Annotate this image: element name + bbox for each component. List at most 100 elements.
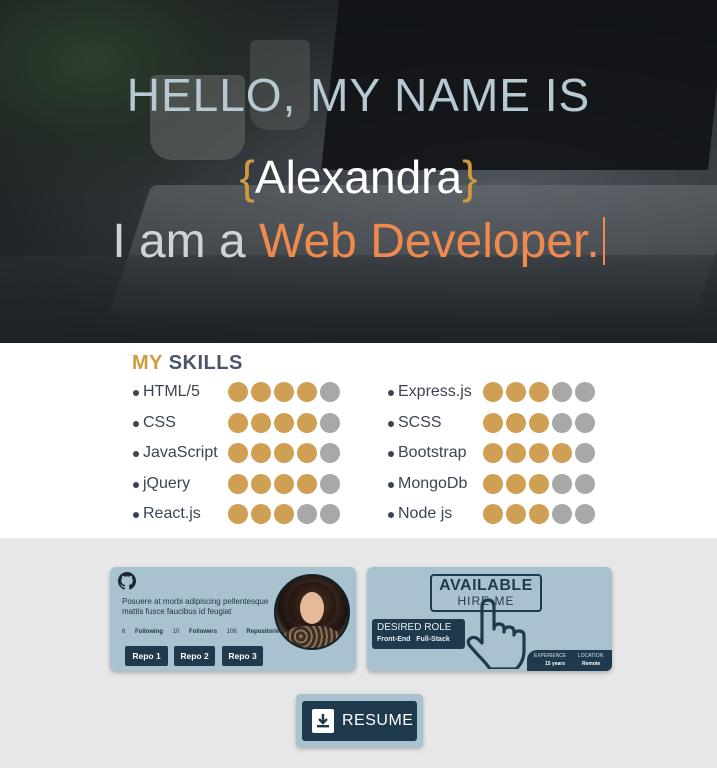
rating-dot-filled [297,382,317,402]
skill-rating [483,443,595,463]
experience-label: EXPERIENCE [534,653,567,659]
repo-2-button[interactable]: Repo 2 [174,646,215,666]
skill-name: SCSS [398,413,442,431]
skills-section: MY SKILLS HTML/5 CSS JavaScript jQuery React… [0,343,717,538]
desired-role-label: DESIRED ROLE [377,622,452,633]
rating-dot-empty [575,504,595,524]
repositories-stat: 106 Repositories [226,629,283,635]
rating-dot-filled [274,504,294,524]
skill-name: HTML/5 [143,383,200,400]
avatar [274,574,350,650]
rating-dot-filled [529,382,549,402]
rating-dot-filled [274,382,294,402]
rating-dot-filled [506,473,526,494]
rating-dot-filled [552,443,572,463]
hero-banner: HELLO, MY NAME IS {Alexandra} I am a Web… [0,0,717,343]
profile-section: Posuere at morbi adipiscing pellentesque… [0,538,717,768]
bullet-icon [133,451,139,457]
skill-rating [228,412,340,433]
resume-label: RESUME [342,712,414,729]
rating-dot-empty [552,412,572,433]
rating-dot-filled [228,504,248,524]
rating-dot-filled [506,504,526,524]
bullet-icon [388,420,394,427]
rating-dot-filled [483,412,503,433]
skill-rating [483,412,595,433]
rating-dot-empty [320,504,340,524]
rating-dot-filled [506,382,526,402]
rating-dot-filled [251,473,271,494]
bullet-icon [133,420,139,427]
skill-name: CSS [143,413,176,431]
rating-dot-filled [228,473,248,494]
rating-dot-filled [483,382,503,402]
skill-rating [228,443,340,463]
rating-dot-filled [251,382,271,402]
bullet-icon [388,390,394,396]
role-heading: I am a Web Developer. [0,214,717,269]
name-heading: {Alexandra} [0,150,717,204]
brace-open: { [239,151,255,203]
intro-text: I am a [112,215,260,268]
bullet-icon [388,512,394,518]
rating-dot-filled [274,412,294,433]
followers-stat: 10 Followers [172,629,218,635]
greeting-heading: HELLO, MY NAME IS [126,69,591,121]
skill-name: JavaScript [143,444,218,461]
github-icon[interactable] [118,572,136,590]
skill-name: Node js [398,505,453,522]
rating-dot-filled [483,473,503,494]
skill-rating [483,382,595,402]
experience-value: 15 years [545,661,566,667]
rating-dot-filled [274,443,294,463]
github-card: Posuere at morbi adipiscing pellentesque… [110,567,356,671]
rating-dot-filled [251,412,271,433]
location-label: LOCATION [578,653,604,659]
bullet-icon [133,390,139,396]
rating-dot-empty [552,473,572,494]
rating-dot-empty [575,382,595,402]
pointing-hand-icon [466,598,526,669]
github-bio: Posuere at morbi adipiscing pellentesque… [122,597,269,616]
skill-rating [228,504,340,524]
rating-dot-filled [228,412,248,433]
brace-close: } [462,151,478,203]
repo-1-button[interactable]: Repo 1 [125,646,168,666]
rating-dot-empty [320,412,340,433]
rating-dot-filled [529,443,549,463]
rating-dot-filled [297,473,317,494]
rating-dot-filled [483,443,503,463]
skill-rating [228,382,340,402]
rating-dot-filled [274,473,294,494]
rating-dot-filled [529,412,549,433]
following-stat: 6 Following [122,629,164,635]
rating-dot-empty [297,504,317,524]
rating-dot-empty [552,382,572,402]
bullet-icon [133,481,139,488]
rating-dot-filled [297,412,317,433]
github-stats: 6 Following 10 Followers 106 Repositorie… [122,629,291,635]
rating-dot-filled [483,504,503,524]
skills-title-skills: SKILLS [168,352,243,374]
repo-3-button[interactable]: Repo 3 [222,646,263,666]
rating-dot-empty [575,443,595,463]
skills-title: MY SKILLS [132,352,243,375]
name-text: Alexandra [254,151,463,203]
resume-button[interactable]: RESUME [302,701,417,741]
skill-name: Bootstrap [398,444,467,461]
hire-me-card[interactable]: AVAILABLE HIRE ME DESIRED ROLE Front-End… [367,567,612,671]
rating-dot-empty [320,473,340,494]
rating-dot-filled [228,382,248,402]
rating-dot-filled [251,443,271,463]
bullet-icon [388,481,394,488]
rating-dot-filled [506,412,526,433]
skill-rating [483,504,595,524]
rating-dot-filled [529,473,549,494]
experience-location-box: EXPERIENCE 15 years LOCATION Remote [527,650,612,671]
skills-title-my: MY [132,352,163,374]
bullet-icon [388,451,394,457]
skill-name: React.js [143,505,201,522]
rating-dot-filled [228,443,248,463]
skill-name: MongoDb [398,474,468,492]
rating-dot-filled [251,504,271,524]
